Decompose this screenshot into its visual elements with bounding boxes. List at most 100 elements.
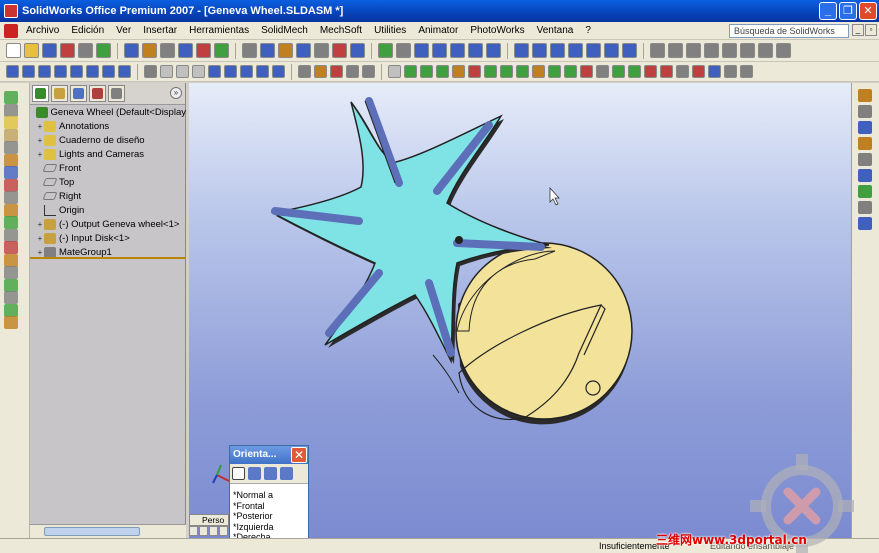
tab-property-manager[interactable] [51,85,68,102]
menu-edicion[interactable]: Edición [65,25,110,36]
toolbar-button-icon[interactable] [346,65,359,78]
toolbar-button-icon[interactable] [414,43,429,58]
toolbar-button-icon[interactable] [568,43,583,58]
toolbar-button-icon[interactable] [192,65,205,78]
command-icon[interactable] [4,203,18,217]
toolbar-button-icon[interactable] [260,43,275,58]
toolbar-button-icon[interactable] [240,65,253,78]
command-icon[interactable] [4,103,18,117]
menu-solidmech[interactable]: SolidMech [255,25,314,36]
toolbar-button-icon[interactable] [692,65,705,78]
toolbar-button-icon[interactable] [86,65,99,78]
toolbar-button-icon[interactable] [500,65,513,78]
task-pane-icon[interactable] [858,105,872,118]
toolbar-button-icon[interactable] [256,65,269,78]
toolbar-button-icon[interactable] [314,65,327,78]
toolbar-button-icon[interactable] [580,65,593,78]
menu-archivo[interactable]: Archivo [20,25,65,36]
toolbar-button-icon[interactable] [612,65,625,78]
close-button[interactable]: ✕ [859,2,877,20]
toolbar-button-icon[interactable] [178,43,193,58]
tree-item[interactable]: Geneva Wheel (Default<Display [30,105,186,119]
expand-toggle-icon[interactable]: + [36,220,44,229]
maximize-button[interactable]: ❐ [839,2,857,20]
toolbar-button-icon[interactable] [532,65,545,78]
toolbar-button-icon[interactable] [42,43,57,58]
command-icon[interactable] [4,291,18,304]
command-icon[interactable] [4,178,18,192]
toolbar-button-icon[interactable] [242,43,257,58]
menu-mechsoft[interactable]: MechSoft [314,25,368,36]
toolbar-button-icon[interactable] [704,43,719,58]
toolbar-button-icon[interactable] [272,65,285,78]
toolbar-button-icon[interactable] [144,65,157,78]
toolbar-button-icon[interactable] [724,65,737,78]
toolbar-button-icon[interactable] [124,43,139,58]
command-icon[interactable] [4,253,18,267]
toolbar-button-icon[interactable] [436,65,449,78]
expand-toggle-icon[interactable]: + [36,248,44,257]
doc-restore-button[interactable]: ▫ [865,24,877,36]
menu-photoworks[interactable]: PhotoWorks [464,25,530,36]
command-icon[interactable] [4,91,18,104]
tree-item[interactable]: + (-) Input Disk<1> [30,231,186,245]
toolbar-button-icon[interactable] [332,43,347,58]
toolbar-button-icon[interactable] [722,43,737,58]
command-icon[interactable] [4,278,18,292]
input-disk[interactable] [432,242,633,425]
command-icon[interactable] [4,266,18,279]
toolbar-button-icon[interactable] [514,43,529,58]
toolbar-button-icon[interactable] [176,65,189,78]
toolbar-button-icon[interactable] [314,43,329,58]
minimize-button[interactable]: _ [819,2,837,20]
toolbar-button-icon[interactable] [96,43,111,58]
toolbar-button-icon[interactable] [628,65,641,78]
next-tab-arrow[interactable] [209,526,218,536]
menu-insertar[interactable]: Insertar [137,25,183,36]
tab-dimxpert[interactable] [89,85,106,102]
toolbar-button-icon[interactable] [776,43,791,58]
toolbar-button-icon[interactable] [160,65,173,78]
solidworks-app-icon[interactable] [4,4,18,18]
toolbar-button-icon[interactable] [70,65,83,78]
toolbar-button-icon[interactable] [516,65,529,78]
toolbar-button-icon[interactable] [596,65,609,78]
toolbar-button-icon[interactable] [296,43,311,58]
toolbar-button-icon[interactable] [660,65,673,78]
toolbar-button-icon[interactable] [586,43,601,58]
toolbar-button-icon[interactable] [420,65,433,78]
command-icon[interactable] [4,316,18,329]
collapse-icon[interactable]: » [170,87,182,99]
orientation-close-button[interactable]: ✕ [291,447,307,463]
tree-item[interactable]: Top [30,175,186,189]
toolbar-button-icon[interactable] [708,65,721,78]
command-icon[interactable] [4,141,18,154]
last-tab-arrow[interactable] [219,526,228,536]
toolbar-button-icon[interactable] [668,43,683,58]
command-icon[interactable] [4,241,18,254]
menu-herramientas[interactable]: Herramientas [183,25,255,36]
tree-item[interactable]: + Annotations [30,119,186,133]
tree-item[interactable]: + Cuaderno de diseño [30,133,186,147]
command-icon[interactable] [4,191,18,204]
menu-ver[interactable]: Ver [110,25,137,36]
task-pane-icon[interactable] [858,169,872,182]
toolbar-button-icon[interactable] [468,43,483,58]
toolbar-button-icon[interactable] [644,65,657,78]
task-pane-icon[interactable] [858,137,872,150]
toolbar-button-icon[interactable] [208,65,221,78]
toolbar-button-icon[interactable] [78,43,93,58]
toolbar-button-icon[interactable] [6,65,19,78]
command-icon[interactable] [4,116,18,129]
expand-toggle-icon[interactable]: + [36,122,44,131]
toolbar-button-icon[interactable] [378,43,393,58]
command-icon[interactable] [4,228,18,242]
toolbar-button-icon[interactable] [38,65,51,78]
expand-toggle-icon[interactable]: + [36,136,44,145]
first-tab-arrow[interactable] [189,526,198,536]
menu-ventana[interactable]: Ventana [531,25,580,36]
toolbar-button-icon[interactable] [622,43,637,58]
new-view-icon[interactable] [248,467,261,480]
orientation-item[interactable]: *Posterior [230,511,308,522]
menu-help[interactable]: ? [579,25,597,36]
